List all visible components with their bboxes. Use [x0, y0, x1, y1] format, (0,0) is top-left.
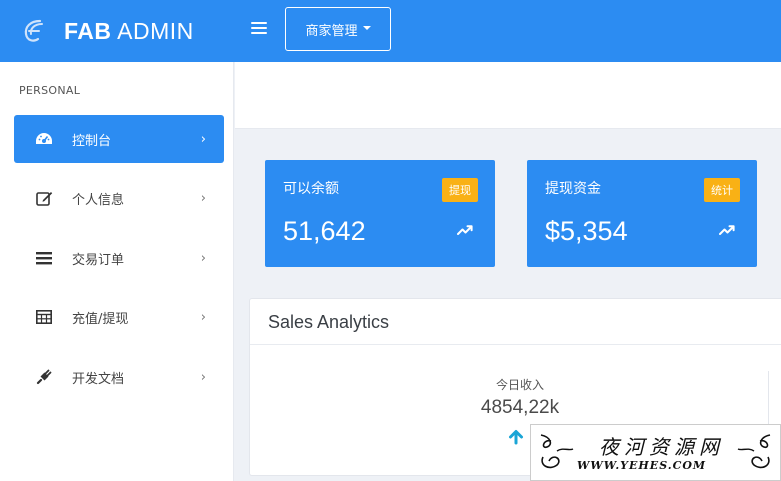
watermark-stamp: 夜河资源网 WWW.YEHES.COM [530, 424, 781, 481]
withdrawal-card: 提现资金 统计 $5,354 [527, 160, 757, 267]
sidebar-item-label: 开发文档 [72, 371, 125, 387]
stats-badge[interactable]: 统计 [704, 178, 740, 202]
sidebar-item-orders[interactable]: 交易订单 › [14, 234, 224, 282]
list-icon [34, 248, 54, 268]
chevron-right-icon: › [200, 370, 206, 385]
panel-title: Sales Analytics [268, 312, 390, 332]
watermark-title: 夜河资源网 [599, 435, 724, 459]
brand-header: FAB ADMIN [0, 0, 234, 62]
ornament-left-icon [540, 434, 574, 469]
arrow-up-icon [509, 430, 523, 445]
divider [250, 344, 781, 345]
card-value: $5,354 [545, 216, 628, 246]
menu-toggle-icon[interactable] [251, 22, 267, 38]
chevron-right-icon: › [200, 132, 206, 147]
sidebar-item-label: 交易订单 [72, 252, 125, 268]
chevron-right-icon: › [200, 191, 206, 206]
edit-icon [34, 188, 54, 208]
caret-down-icon [362, 26, 371, 30]
sidebar-item-profile[interactable]: 个人信息 › [14, 174, 224, 222]
chevron-right-icon: › [200, 310, 206, 325]
today-income-value: 4854,22k [480, 397, 560, 418]
sidebar-item-label: 控制台 [72, 133, 112, 149]
chevron-right-icon: › [200, 251, 206, 266]
watermark-url: WWW.YEHES.COM [577, 459, 707, 472]
top-bar: 商家管理 [234, 0, 781, 62]
brand-logo-icon [24, 19, 43, 42]
page-header-band [235, 62, 781, 129]
sidebar-item-recharge[interactable]: 充值/提现 › [14, 293, 224, 341]
plug-icon [34, 367, 54, 387]
sidebar-item-label: 充值/提现 [72, 311, 129, 327]
withdraw-badge[interactable]: 提现 [442, 178, 478, 202]
card-title: 可以余额 [283, 181, 339, 197]
sidebar-item-docs[interactable]: 开发文档 › [14, 353, 224, 401]
merchant-dropdown[interactable]: 商家管理 [285, 7, 391, 51]
table-icon [34, 307, 54, 327]
sidebar: PERSONAL 控制台 › 个人信息 › 交易订单 › 充值/提现 › 开发文… [0, 62, 234, 481]
balance-card: 可以余额 提现 51,642 [265, 160, 495, 267]
trending-up-icon [719, 225, 735, 235]
sidebar-section-label: PERSONAL [19, 84, 81, 97]
card-value: 51,642 [283, 216, 366, 246]
dashboard-icon [34, 129, 54, 149]
brand-name: FAB ADMIN [64, 17, 194, 44]
sidebar-item-label: 个人信息 [72, 192, 125, 208]
card-title: 提现资金 [545, 181, 601, 197]
sidebar-item-dashboard[interactable]: 控制台 › [14, 115, 224, 163]
merchant-dropdown-label: 商家管理 [305, 23, 358, 39]
ornament-right-icon [737, 434, 771, 469]
trending-up-icon [457, 225, 473, 235]
today-income-label: 今日收入 [495, 378, 544, 392]
